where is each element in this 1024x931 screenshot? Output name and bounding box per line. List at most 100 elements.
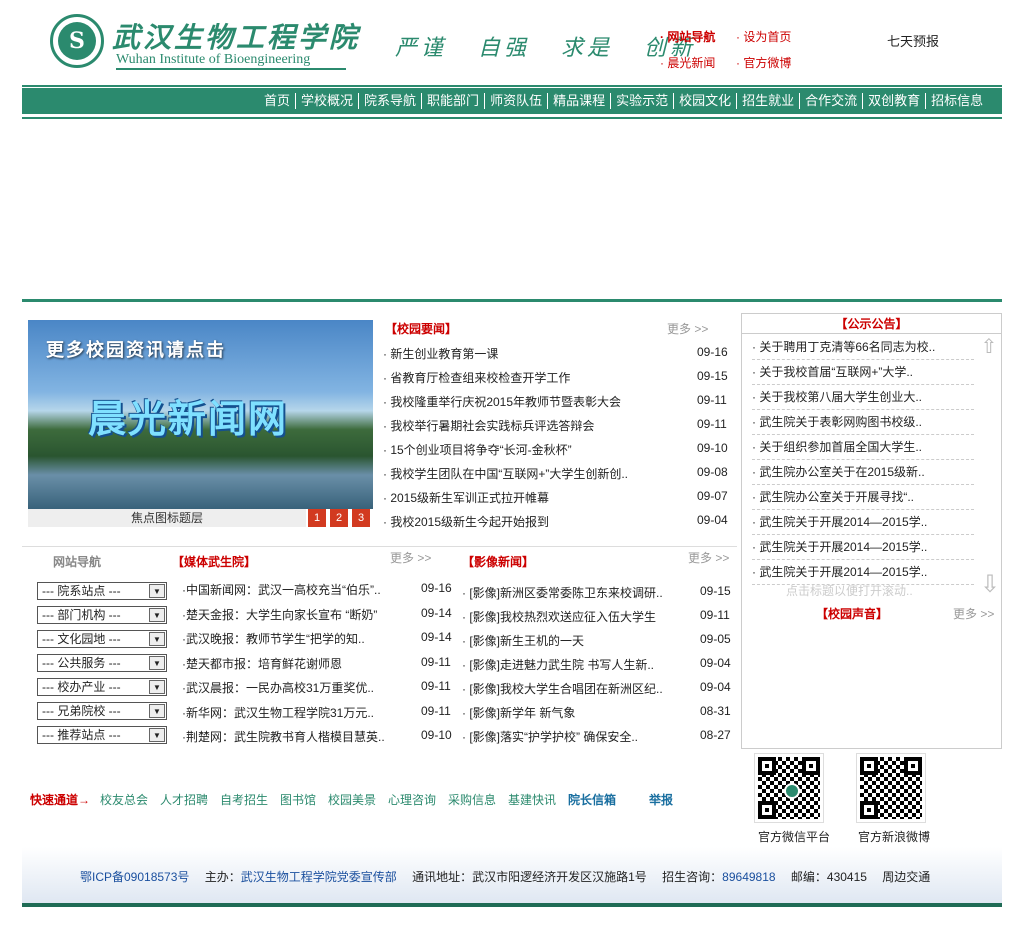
set-home-link[interactable]: · 设为首页 xyxy=(736,28,791,45)
media-item[interactable]: ·楚天都市报：培育鲜花谢师恩 xyxy=(182,655,342,672)
nav-item-bidding[interactable]: 招标信息 xyxy=(925,93,988,109)
slide-button-2[interactable]: 2 xyxy=(330,509,348,527)
notice-item[interactable]: · 武生院办公室关于开展寻找“.. xyxy=(752,485,974,510)
footer-bottom-line xyxy=(22,903,1002,907)
nav-item-labs[interactable]: 实验示范 xyxy=(610,93,673,109)
media-item[interactable]: ·荆楚网：武生院教书育人楷模目慧英.. xyxy=(182,728,385,745)
phone-label: 招生咨询： xyxy=(662,870,723,884)
weather-forecast[interactable]: 七天预报 xyxy=(887,31,939,50)
image-news-date: 09-04 xyxy=(700,680,731,694)
scroll-up-icon[interactable]: ⇧ xyxy=(980,334,998,359)
site-nav-select[interactable]: --- 部门机构 --- ▼ xyxy=(37,606,167,624)
image-news-item[interactable]: · [影像]新洲区委常委陈卫东来校调研.. xyxy=(462,584,663,601)
focus-image[interactable]: 更多校园资讯请点击 晨光新闻网 xyxy=(28,320,373,509)
media-date: 09-14 xyxy=(421,605,452,620)
focus-overlay-text: 更多校园资讯请点击 xyxy=(46,340,226,361)
campus-news-item[interactable]: · 我校2015级新生今起开始报到 xyxy=(383,513,549,530)
image-news-more-link[interactable]: 更多 >> xyxy=(688,549,729,566)
traffic-link[interactable]: 周边交通 xyxy=(882,870,930,884)
select-value: --- 院系站点 --- xyxy=(42,584,121,598)
image-news-item[interactable]: · [影像]走进魅力武生院 书写人生新.. xyxy=(462,656,654,673)
notice-item[interactable]: · 关于我校首届“互联网+”大学.. xyxy=(752,360,974,385)
image-news-date: 09-15 xyxy=(700,584,731,598)
weibo-link[interactable]: · 官方微博 xyxy=(736,54,791,71)
campus-news-item[interactable]: · 省教育厅检查组来校检查开学工作 xyxy=(383,369,570,386)
site-nav-select[interactable]: --- 兄弟院校 --- ▼ xyxy=(37,702,167,720)
notice-item[interactable]: · 关于组织参加首届全国大学生.. xyxy=(752,435,974,460)
quick-link[interactable]: 图书馆 xyxy=(280,791,316,808)
notice-item[interactable]: · 关于我校第八届大学生创业大.. xyxy=(752,385,974,410)
nav-item-faculty[interactable]: 师资队伍 xyxy=(484,93,547,109)
quick-link[interactable]: 采购信息 xyxy=(448,791,496,808)
site-nav-select[interactable]: --- 文化园地 --- ▼ xyxy=(37,630,167,648)
site-nav-link[interactable]: · 网站导航 xyxy=(660,28,715,45)
quick-link[interactable]: 举报 xyxy=(649,791,673,808)
morning-news-link[interactable]: · 晨光新闻 xyxy=(660,54,715,71)
nav-item-home[interactable]: 首页 xyxy=(264,93,295,109)
nav-item-cooperation[interactable]: 合作交流 xyxy=(799,93,862,109)
campus-news-more-link[interactable]: 更多 >> xyxy=(667,320,708,337)
campus-news-item[interactable]: · 新生创业教育第一课 xyxy=(383,345,498,362)
chevron-down-icon: ▼ xyxy=(149,608,165,622)
icp-number[interactable]: 鄂ICP备09018573号 xyxy=(80,870,189,884)
postcode-text: 邮编：430415 xyxy=(790,870,867,884)
lower-divider xyxy=(22,546,737,547)
notice-item[interactable]: · 武生院关于开展2014—2015学.. xyxy=(752,510,974,535)
chevron-down-icon: ▼ xyxy=(149,656,165,670)
nav-item-admissions[interactable]: 招生就业 xyxy=(736,93,799,109)
image-news-item[interactable]: · [影像]我校大学生合唱团在新洲区纪.. xyxy=(462,680,663,697)
notice-item[interactable]: · 武生院关于开展2014—2015学.. xyxy=(752,535,974,560)
school-name-en: Wuhan Institute of Bioengineering xyxy=(116,52,311,67)
quick-link[interactable]: 自考招生 xyxy=(220,791,268,808)
notice-item[interactable]: · 武生院办公室关于在2015级新.. xyxy=(752,460,974,485)
quick-link[interactable]: 院长信箱 xyxy=(568,791,616,808)
nav-item-about[interactable]: 学校概况 xyxy=(295,93,358,109)
select-value: --- 兄弟院校 --- xyxy=(42,704,121,718)
campus-voice-more-link[interactable]: 更多 >> xyxy=(953,605,994,622)
image-news-item[interactable]: · [影像]新生王机的一天 xyxy=(462,632,584,649)
site-nav-select[interactable]: --- 推荐站点 --- ▼ xyxy=(37,726,167,744)
notice-item[interactable]: · 武生院关于表彰网购图书校级.. xyxy=(752,410,974,435)
quick-link[interactable]: 校友总会 xyxy=(100,791,148,808)
media-item[interactable]: ·武汉晨报：一民办高校31万重奖优.. xyxy=(182,679,374,696)
wechat-label[interactable]: 官方微信平台 xyxy=(758,828,830,845)
nav-item-culture[interactable]: 校园文化 xyxy=(673,93,736,109)
school-logo[interactable]: S xyxy=(50,14,104,68)
quick-link[interactable]: 校园美景 xyxy=(328,791,376,808)
campus-news-item[interactable]: · 2015级新生军训正式拉开帷幕 xyxy=(383,489,549,506)
logo-emblem: S xyxy=(58,22,96,60)
scroll-down-icon[interactable]: ⇩ xyxy=(980,570,1000,599)
slide-button-3[interactable]: 3 xyxy=(352,509,370,527)
quick-link[interactable]: 人才招聘 xyxy=(160,791,208,808)
media-item[interactable]: ·楚天金报：大学生向家长宣布 “断奶” xyxy=(182,606,377,623)
site-nav-select[interactable]: --- 公共服务 --- ▼ xyxy=(37,654,167,672)
quick-link[interactable]: 心理咨询 xyxy=(388,791,436,808)
notice-header: 【公示公告】 xyxy=(742,314,1001,334)
site-nav-select[interactable]: --- 院系站点 --- ▼ xyxy=(37,582,167,600)
nav-item-departments[interactable]: 院系导航 xyxy=(358,93,421,109)
media-item[interactable]: ·新华网：武汉生物工程学院31万元.. xyxy=(182,704,374,721)
image-news-item[interactable]: · [影像]落实“护学护校” 确保安全.. xyxy=(462,728,638,745)
image-news-item[interactable]: · [影像]新学年 新气象 xyxy=(462,704,575,721)
weibo-label[interactable]: 官方新浪微博 xyxy=(858,828,930,845)
image-news-item[interactable]: · [影像]我校热烈欢送应征入伍大学生 xyxy=(462,608,656,625)
campus-news-item[interactable]: · 我校举行暑期社会实践标兵评选答辩会 xyxy=(383,417,594,434)
nav-item-offices[interactable]: 职能部门 xyxy=(421,93,484,109)
host-link[interactable]: 武汉生物工程学院党委宣传部 xyxy=(241,870,397,884)
campus-news-item[interactable]: · 15个创业项目将争夺“长河-金秋杯” xyxy=(383,441,572,458)
media-item[interactable]: ·武汉晚报：教师节学生“把学的知.. xyxy=(182,630,365,647)
site-nav-select[interactable]: --- 校办产业 --- ▼ xyxy=(37,678,167,696)
media-more-link[interactable]: 更多 >> xyxy=(390,549,431,566)
media-date: 09-11 xyxy=(421,703,451,718)
nav-item-innovation[interactable]: 双创教育 xyxy=(862,93,925,109)
campus-news-item[interactable]: · 我校学生团队在中国“互联网+”大学生创新创.. xyxy=(383,465,628,482)
campus-news-item[interactable]: · 我校隆重举行庆祝2015年教师节暨表彰大会 xyxy=(383,393,621,410)
slide-button-1[interactable]: 1 xyxy=(308,509,326,527)
notice-item[interactable]: · 关于聘用丁克清等66名同志为校.. xyxy=(752,335,974,360)
media-item[interactable]: ·中国新闻网：武汉一高校充当“伯乐”.. xyxy=(182,581,381,598)
section-divider xyxy=(22,299,1002,302)
image-news-date: 09-04 xyxy=(700,656,731,670)
nav-item-courses[interactable]: 精品课程 xyxy=(547,93,610,109)
select-value: --- 部门机构 --- xyxy=(42,608,121,622)
quick-link[interactable]: 基建快讯 xyxy=(508,791,556,808)
